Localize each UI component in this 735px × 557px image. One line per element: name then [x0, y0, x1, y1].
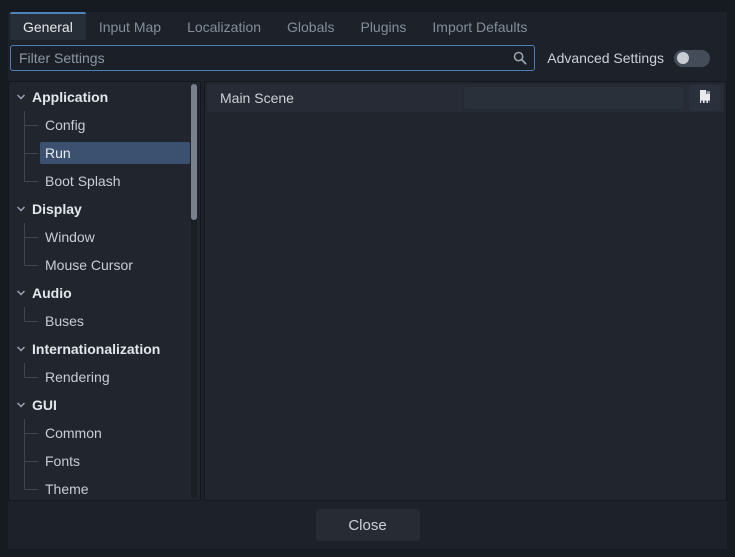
tree-item-display[interactable]: Display — [9, 195, 200, 223]
chevron-down-icon[interactable] — [15, 203, 27, 215]
tree-item-label: Common — [40, 422, 190, 444]
tab-globals[interactable]: Globals — [274, 12, 347, 40]
tree-item-label: Internationalization — [32, 341, 160, 357]
settings-tree: Application Config Run Boot Splash Displ… — [8, 81, 201, 501]
tab-input-map[interactable]: Input Map — [86, 12, 174, 40]
tree-item-label: Mouse Cursor — [40, 254, 190, 276]
tree-item-fonts[interactable]: Fonts — [9, 447, 200, 475]
tree-item-rendering[interactable]: Rendering — [9, 363, 200, 391]
tab-import-defaults[interactable]: Import Defaults — [419, 12, 540, 40]
chevron-down-icon[interactable] — [15, 91, 27, 103]
browse-file-button[interactable] — [689, 85, 720, 111]
property-row-main-scene: Main Scene — [207, 84, 724, 112]
tree-item-config[interactable]: Config — [9, 111, 200, 139]
tree-item-label: Display — [32, 201, 82, 217]
tree-item-audio[interactable]: Audio — [9, 279, 200, 307]
tab-label: Input Map — [99, 19, 161, 35]
tab-label: General — [23, 19, 73, 35]
project-settings-dialog: General Input Map Localization Globals P… — [8, 12, 727, 549]
tree-item-mouse-cursor[interactable]: Mouse Cursor — [9, 251, 200, 279]
advanced-settings-label: Advanced Settings — [547, 50, 664, 66]
tree-item-label: Buses — [40, 310, 190, 332]
tree-item-label: Theme — [40, 478, 190, 500]
search-icon — [512, 50, 528, 66]
tree-item-gui[interactable]: GUI — [9, 391, 200, 419]
close-button[interactable]: Close — [316, 509, 420, 541]
tree-item-theme[interactable]: Theme — [9, 475, 200, 501]
tab-plugins[interactable]: Plugins — [347, 12, 419, 40]
tree-item-window[interactable]: Window — [9, 223, 200, 251]
tree-item-label: Run — [40, 142, 190, 164]
tree-scrollbar-grabber[interactable] — [191, 84, 197, 220]
browse-file-icon — [697, 89, 713, 108]
settings-main: Main Scene — [204, 81, 727, 501]
tree-item-run[interactable]: Run — [9, 139, 200, 167]
filter-settings-input-wrap — [10, 45, 535, 71]
tree-item-boot-splash[interactable]: Boot Splash — [9, 167, 200, 195]
tree-item-application[interactable]: Application — [9, 83, 200, 111]
tab-label: Import Defaults — [432, 19, 527, 35]
tab-label: Localization — [187, 19, 261, 35]
chevron-down-icon[interactable] — [15, 343, 27, 355]
tree-item-label: Rendering — [40, 366, 190, 388]
tab-label: Plugins — [360, 19, 406, 35]
tree-item-label: Config — [40, 114, 190, 136]
tree-item-label: Application — [32, 89, 108, 105]
filter-settings-input[interactable] — [10, 45, 535, 71]
panels: Application Config Run Boot Splash Displ… — [8, 81, 727, 501]
chevron-down-icon[interactable] — [15, 399, 27, 411]
tab-localization[interactable]: Localization — [174, 12, 274, 40]
tree-item-label: Boot Splash — [40, 170, 190, 192]
tree-item-common[interactable]: Common — [9, 419, 200, 447]
tree-item-buses[interactable]: Buses — [9, 307, 200, 335]
tree-item-label: Audio — [32, 285, 72, 301]
main-scene-label: Main Scene — [220, 90, 463, 106]
filter-row: Advanced Settings — [10, 45, 727, 71]
chevron-down-icon[interactable] — [15, 287, 27, 299]
tab-general[interactable]: General — [10, 12, 86, 40]
tree-scrollbar[interactable] — [191, 84, 197, 498]
tab-bar: General Input Map Localization Globals P… — [8, 12, 727, 40]
tab-label: Globals — [287, 19, 334, 35]
advanced-settings-toggle[interactable] — [674, 50, 710, 67]
tree-item-label: GUI — [32, 397, 57, 413]
tree-item-label: Window — [40, 226, 190, 248]
tree-item-internationalization[interactable]: Internationalization — [9, 335, 200, 363]
toggle-knob — [677, 52, 689, 64]
main-scene-input[interactable] — [463, 86, 685, 110]
tree-item-label: Fonts — [40, 450, 190, 472]
footer: Close — [8, 501, 727, 549]
